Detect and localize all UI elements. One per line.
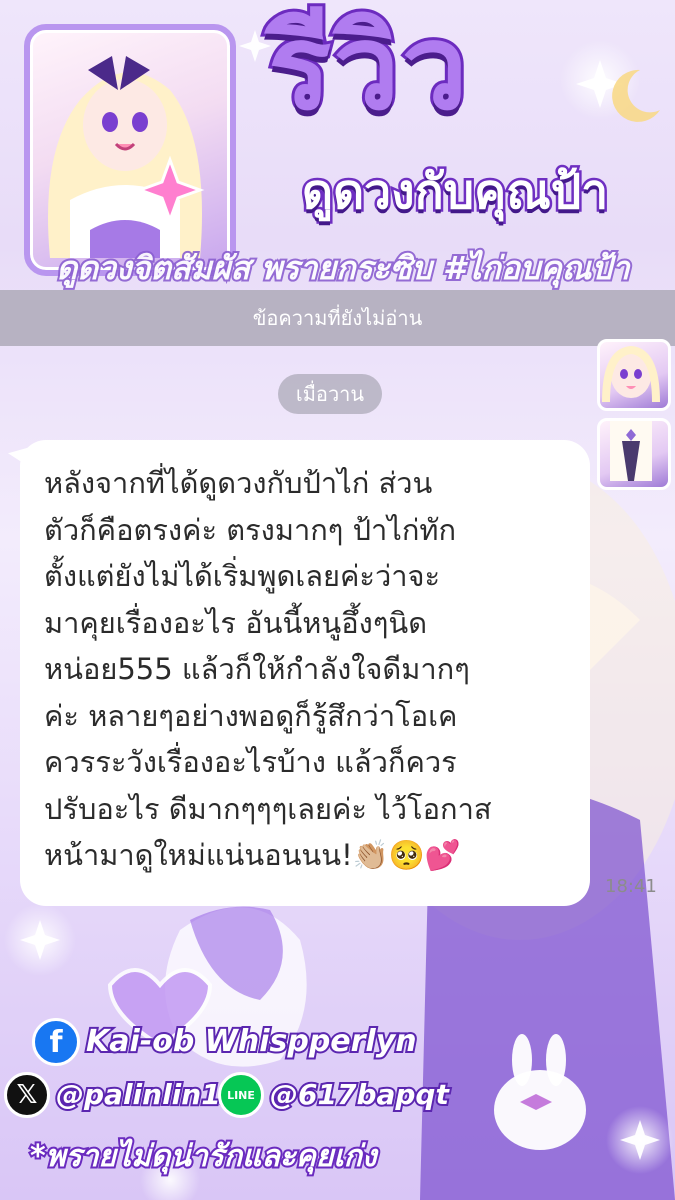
message-line: ปรับอะไร ดีมากๆๆๆเลยค่ะ ไว้โอกาส <box>44 791 492 826</box>
header-tagline: ดูดวงจิตสัมผัส พรายกระซิบ #ไก่อบคุณป้า <box>54 249 631 287</box>
facebook-link[interactable]: f Kai-ob Whispperlyn <box>32 1018 419 1066</box>
line-handle: @617bapqt <box>268 1078 451 1111</box>
message-bubble[interactable]: หลังจากที่ได้ดูดวงกับป้าไก่ ส่วน ตัวก็คื… <box>20 440 590 906</box>
footer-note: *พรายไม่ดุน่ารักและคุยเก่ง <box>28 1139 379 1174</box>
date-separator-label: เมื่อวาน <box>295 382 365 406</box>
message-line: หน่อย555 แล้วก็ให้กำลังใจดีมากๆ <box>44 652 470 686</box>
message-line: ค่ะ หลายๆอย่างพอดูก็รู้สึกว่าโอเค <box>44 698 458 733</box>
unread-messages-bar: ข้อความที่ยังไม่อ่าน <box>0 290 675 346</box>
x-icon: 𝕏 <box>4 1072 50 1118</box>
x-handle: @palinlin19 <box>54 1078 242 1111</box>
header-subtitle: ดูดวงกับคุณป้า <box>299 164 610 220</box>
message-line: หลังจากที่ได้ดูดวงกับป้าไก่ ส่วน <box>44 466 433 500</box>
x-link[interactable]: 𝕏 @palinlin19 <box>4 1072 242 1118</box>
header-portrait-image <box>24 24 236 276</box>
line-link[interactable]: LINE @617bapqt <box>218 1072 451 1118</box>
line-icon: LINE <box>218 1072 264 1118</box>
facebook-icon: f <box>32 1018 80 1066</box>
message-line: ควรระวังเรื่องอะไรบ้าง แล้วก็ควร <box>44 745 457 779</box>
header-banner: รีวิว ดูดวงกับคุณป้า ดูดวงจิตสัมผัส พราย… <box>0 0 675 290</box>
message-line: มาคุยเรื่องอะไร อันนี้หนูอึ้งๆนิด <box>44 605 428 640</box>
sticker-thumbnail-1[interactable] <box>597 339 671 411</box>
message-line: ตั้งแต่ยังไม่ได้เริ่มพูดเลยค่ะว่าจะ <box>44 559 441 593</box>
sticker-thumbnail-2[interactable] <box>597 418 671 490</box>
message-line: ตัวก็คือตรงค่ะ ตรงมากๆ ป้าไก่ทัก <box>44 512 457 547</box>
date-separator-pill: เมื่อวาน <box>278 374 382 414</box>
review-title: รีวิว <box>265 0 471 136</box>
unread-label: ข้อความที่ยังไม่อ่าน <box>252 306 423 330</box>
facebook-handle: Kai-ob Whispperlyn <box>84 1024 419 1059</box>
line-icon-text: LINE <box>227 1088 255 1102</box>
message-timestamp: 18:41 <box>605 876 657 897</box>
message-line: หน้ามาดูใหม่แน่นอนนน!👏🏼🥺💕 <box>44 838 462 872</box>
